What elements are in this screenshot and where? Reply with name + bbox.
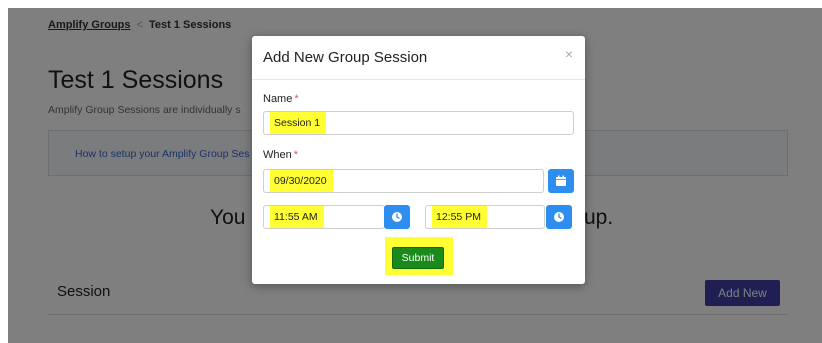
end-time-value: 12:55 PM [432, 206, 487, 228]
close-icon[interactable]: × [565, 46, 573, 62]
end-time-input[interactable]: 12:55 PM [425, 205, 545, 229]
start-time-value: 11:55 AM [270, 206, 324, 228]
name-input[interactable]: Session 1 [263, 111, 574, 135]
date-input-value: 09/30/2020 [270, 170, 333, 192]
modal-title: Add New Group Session [263, 49, 428, 66]
modal-header: Add New Group Session × [252, 36, 585, 80]
submit-highlight: Submit [385, 237, 453, 275]
required-mark: * [294, 93, 299, 105]
name-label: Name * [263, 93, 299, 105]
add-group-session-modal: Add New Group Session × Name * Session 1 … [252, 36, 585, 284]
when-label: When * [263, 149, 298, 161]
clock-icon [392, 212, 402, 222]
start-time-input[interactable]: 11:55 AM [263, 205, 385, 229]
calendar-icon [556, 175, 566, 186]
name-input-value: Session 1 [270, 112, 327, 134]
end-time-picker-button[interactable] [546, 205, 572, 229]
name-label-text: Name [263, 93, 293, 105]
when-label-text: When [263, 149, 292, 161]
start-time-picker-button[interactable] [384, 205, 410, 229]
date-input[interactable]: 09/30/2020 [263, 169, 544, 193]
clock-icon [554, 212, 564, 222]
submit-button[interactable]: Submit [392, 247, 444, 269]
required-mark: * [293, 149, 299, 161]
date-picker-button[interactable] [548, 169, 574, 193]
